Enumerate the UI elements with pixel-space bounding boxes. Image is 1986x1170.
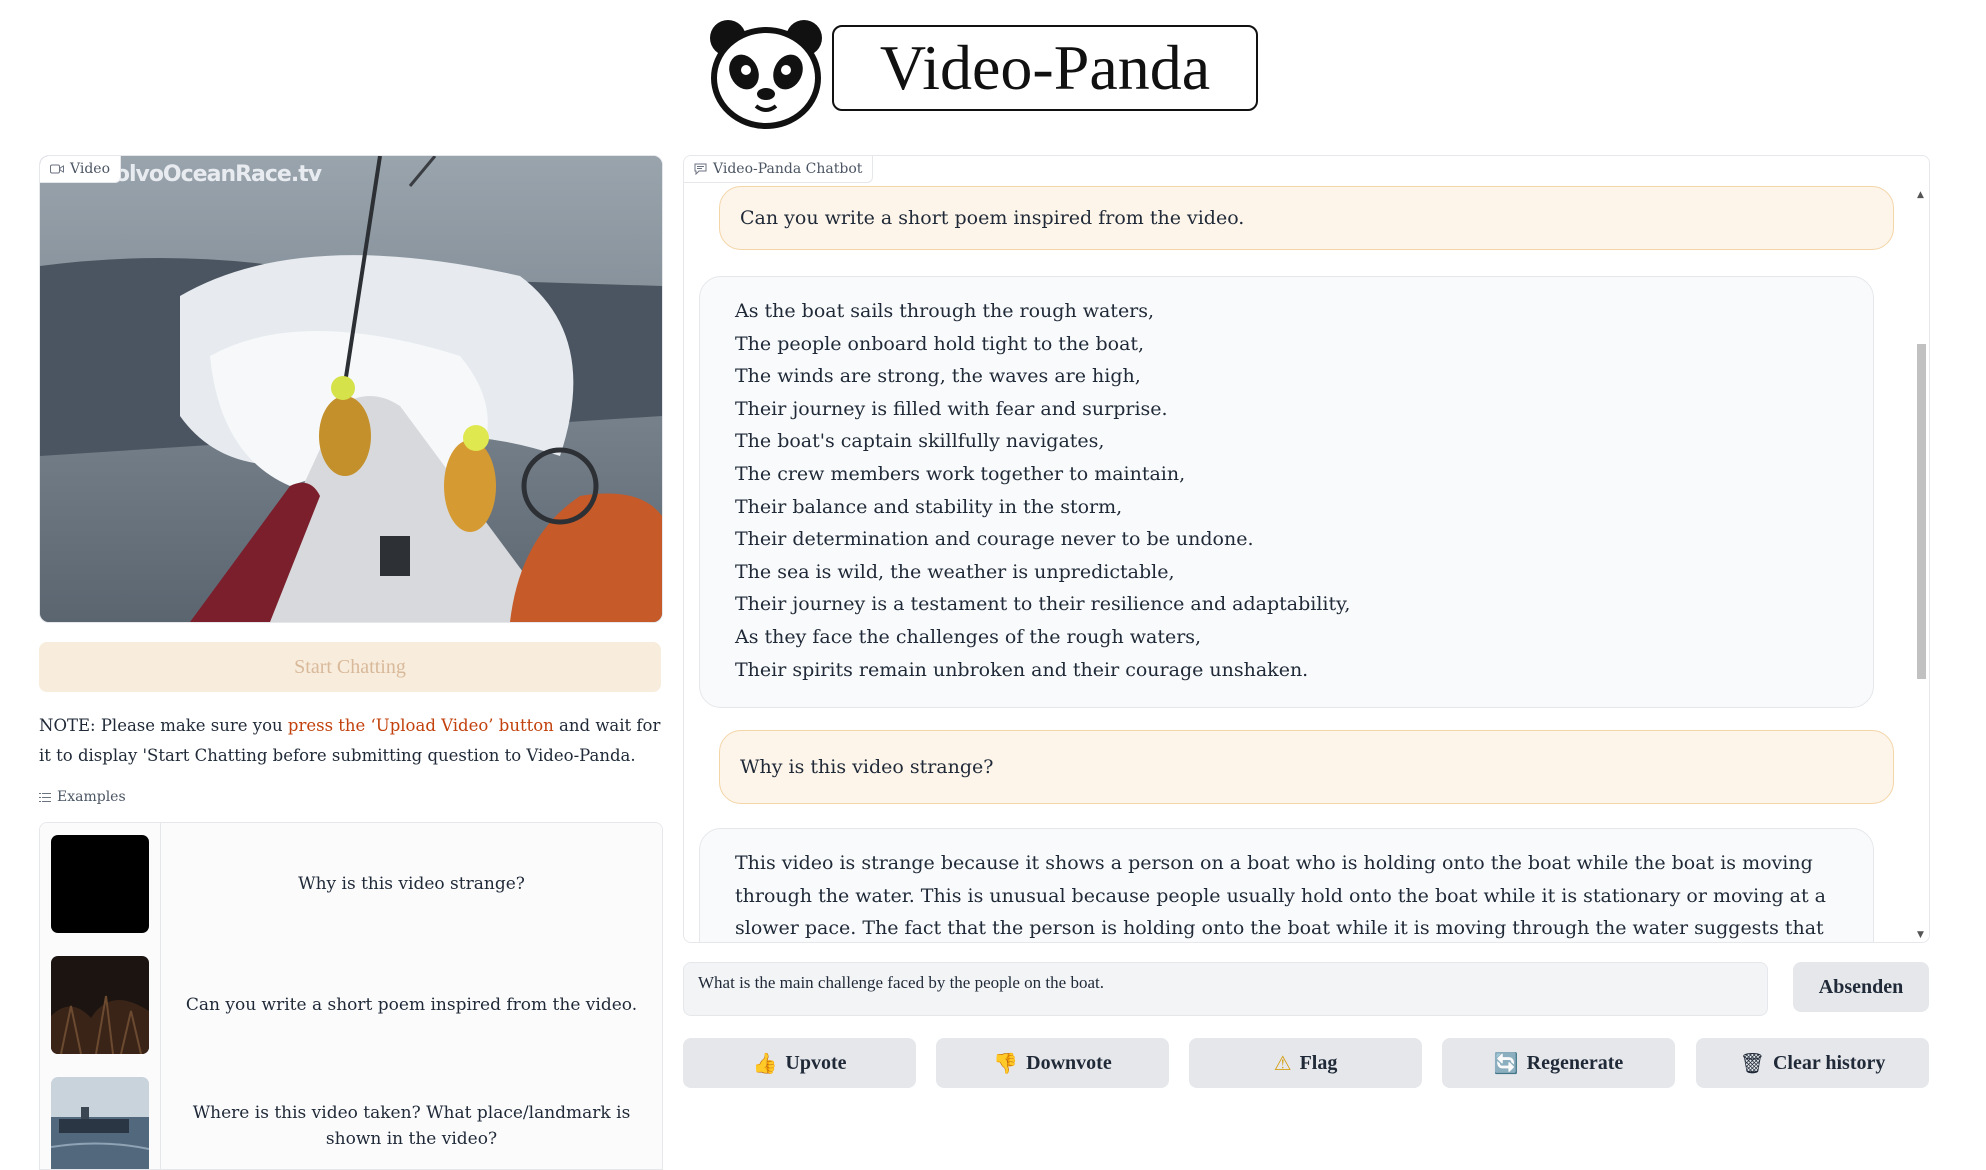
poem-line: Their determination and courage never to… (735, 528, 1254, 551)
example-thumbnail (51, 835, 149, 933)
upvote-label: Upvote (785, 1051, 847, 1074)
note-prefix: NOTE: Please make sure you (39, 716, 288, 735)
refresh-icon: 🔄 (1493, 1051, 1519, 1075)
example-thumbnail-cell (40, 944, 161, 1065)
video-panel-label: Video (40, 156, 122, 183)
scroll-down-arrow-icon[interactable]: ▼ (1917, 930, 1924, 940)
poem-line: The winds are strong, the waves are high… (735, 365, 1141, 388)
scrollbar-thumb[interactable] (1917, 344, 1926, 679)
example-row[interactable]: Where is this video taken? What place/la… (40, 1065, 662, 1169)
message-input[interactable]: What is the main challenge faced by the … (683, 962, 1768, 1016)
video-watermark: VolvoOceanRace.tv (100, 162, 322, 187)
upvote-button[interactable]: 👍 Upvote (683, 1038, 916, 1088)
regenerate-button[interactable]: 🔄 Regenerate (1442, 1038, 1675, 1088)
poem-line: As they face the challenges of the rough… (735, 625, 1202, 648)
bot-message-text: This video is strange because it shows a… (735, 852, 1826, 940)
example-text: Can you write a short poem inspired from… (185, 994, 638, 1015)
start-chatting-button[interactable]: Start Chatting (39, 642, 661, 692)
examples-label-text: Examples (57, 789, 126, 805)
downvote-button[interactable]: 👎 Downvote (936, 1038, 1169, 1088)
poem-line: Their journey is filled with fear and su… (735, 397, 1168, 420)
examples-label: Examples (39, 789, 126, 805)
example-text: Where is this video taken? What place/la… (192, 1102, 631, 1149)
clear-history-label: Clear history (1772, 1051, 1886, 1074)
user-message: Why is this video strange? (719, 730, 1894, 804)
example-row[interactable]: Can you write a short poem inspired from… (40, 944, 662, 1066)
example-thumbnail-cell (40, 823, 161, 944)
user-message-text: Can you write a short poem inspired from… (740, 206, 1245, 229)
example-thumbnail (51, 956, 149, 1054)
upload-note: NOTE: Please make sure you press the ‘Up… (39, 711, 669, 771)
thumbs-up-icon: 👍 (752, 1051, 778, 1075)
example-row[interactable]: Why is this video strange? (40, 823, 662, 945)
app-title: Video-Panda (832, 25, 1258, 111)
user-message: Can you write a short poem inspired from… (719, 186, 1894, 250)
clear-history-button[interactable]: 🗑 Clear history (1696, 1038, 1929, 1088)
chatbot-label: Video-Panda Chatbot (684, 156, 874, 183)
chatbot-label-text: Video-Panda Chatbot (713, 161, 863, 177)
chat-bubble-icon (694, 163, 707, 175)
user-message-text: Why is this video strange? (740, 755, 994, 778)
panda-logo-icon (710, 20, 822, 129)
poem-line: The people onboard hold tight to the boa… (735, 332, 1145, 355)
send-button[interactable]: Absenden (1793, 962, 1929, 1012)
example-thumbnail-cell (40, 1065, 161, 1169)
example-thumbnail (51, 1077, 149, 1169)
bot-message: This video is strange because it shows a… (699, 828, 1874, 942)
video-frame (40, 156, 662, 622)
poem-line: The crew members work together to mainta… (735, 462, 1186, 485)
flag-button[interactable]: ⚠ Flag (1189, 1038, 1422, 1088)
chat-scrollbar[interactable]: ▲ ▼ (1913, 184, 1929, 942)
thumbs-down-icon: 👎 (993, 1051, 1019, 1075)
chatbot-panel: Video-Panda Chatbot Can you write a shor… (683, 155, 1930, 943)
note-highlight: press the ‘Upload Video’ button (287, 716, 554, 735)
video-camera-icon (50, 164, 64, 174)
regenerate-label: Regenerate (1526, 1051, 1624, 1074)
video-player[interactable]: Video VolvoOceanRace.tv (39, 155, 663, 623)
flag-label: Flag (1299, 1051, 1338, 1074)
trash-icon: 🗑 (1739, 1051, 1765, 1075)
poem-line: Their balance and stability in the storm… (735, 495, 1123, 518)
scroll-up-arrow-icon[interactable]: ▲ (1917, 190, 1924, 200)
example-text: Why is this video strange? (298, 873, 525, 894)
warning-icon: ⚠ (1273, 1051, 1292, 1075)
downvote-label: Downvote (1026, 1051, 1112, 1074)
app-header: Video-Panda (0, 12, 1986, 130)
poem-line: Their spirits remain unbroken and their … (735, 658, 1309, 681)
list-icon (39, 792, 51, 802)
examples-table: Why is this video strange? Can you write… (39, 822, 663, 1170)
poem-line: As the boat sails through the rough wate… (735, 300, 1155, 322)
poem-line: Their journey is a testament to their re… (735, 593, 1351, 616)
bot-message: As the boat sails through the rough wate… (699, 276, 1874, 708)
poem-line: The sea is wild, the weather is unpredic… (735, 560, 1175, 583)
poem-line: The boat's captain skillfully navigates, (735, 430, 1105, 453)
video-label-text: Video (70, 161, 111, 177)
